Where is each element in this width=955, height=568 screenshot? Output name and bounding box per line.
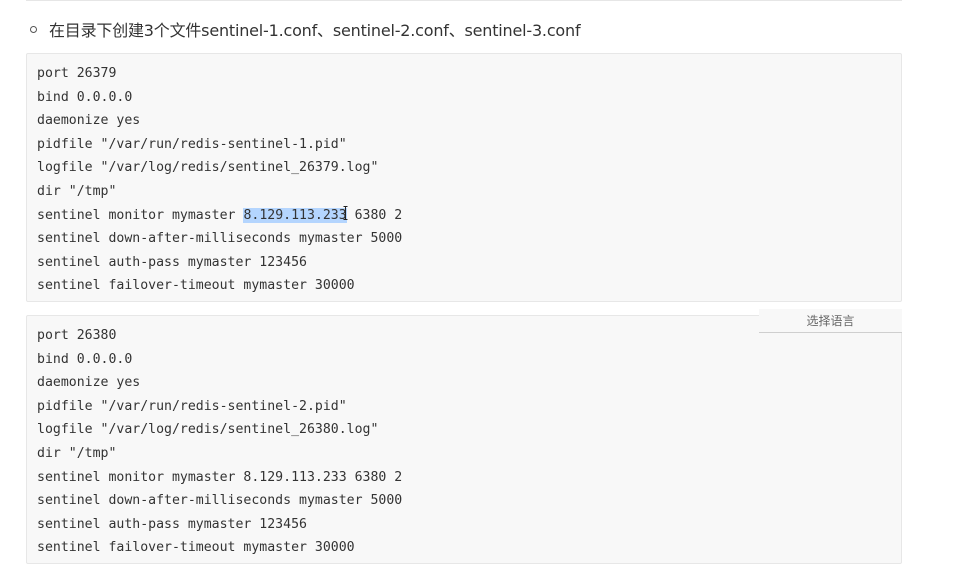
code-line[interactable]: pidfile "/var/run/redis-sentinel-1.pid": [37, 133, 891, 157]
code-line[interactable]: dir "/tmp": [37, 442, 891, 466]
code-line[interactable]: sentinel failover-timeout mymaster 30000: [37, 274, 891, 298]
code-line[interactable]: sentinel down-after-milliseconds mymaste…: [37, 227, 891, 251]
code-line[interactable]: port 26379: [37, 62, 891, 86]
code-line[interactable]: sentinel auth-pass mymaster 123456: [37, 513, 891, 537]
code-line[interactable]: bind 0.0.0.0: [37, 86, 891, 110]
code-block-sentinel-2[interactable]: port 26380 bind 0.0.0.0 daemonize yes pi…: [26, 315, 902, 564]
code-line[interactable]: logfile "/var/log/redis/sentinel_26379.l…: [37, 156, 891, 180]
code-line[interactable]: daemonize yes: [37, 109, 891, 133]
code-block-sentinel-1[interactable]: port 26379 bind 0.0.0.0 daemonize yes pi…: [26, 53, 902, 302]
language-select-dropdown[interactable]: 选择语言: [759, 309, 902, 333]
code-line-monitor-prefix: sentinel monitor mymaster: [37, 207, 244, 223]
code-line[interactable]: sentinel auth-pass mymaster 123456: [37, 251, 891, 275]
top-divider: [26, 0, 902, 1]
selected-ip-text[interactable]: 8.129.113.233: [243, 207, 347, 223]
code-line[interactable]: sentinel down-after-milliseconds mymaste…: [37, 489, 891, 513]
code-line-monitor[interactable]: sentinel monitor mymaster 8.129.113.233 …: [37, 204, 891, 228]
list-item-text: 在目录下创建3个文件sentinel-1.conf、sentinel-2.con…: [49, 21, 581, 40]
code-line[interactable]: dir "/tmp": [37, 180, 891, 204]
code-line[interactable]: sentinel failover-timeout mymaster 30000: [37, 536, 891, 560]
code-line[interactable]: logfile "/var/log/redis/sentinel_26380.l…: [37, 418, 891, 442]
list-item: 在目录下创建3个文件sentinel-1.conf、sentinel-2.con…: [30, 16, 581, 42]
code-line[interactable]: sentinel monitor mymaster 8.129.113.233 …: [37, 466, 891, 490]
code-line[interactable]: pidfile "/var/run/redis-sentinel-2.pid": [37, 395, 891, 419]
code-line-monitor-suffix: 6380 2: [346, 207, 403, 223]
hollow-circle-bullet-icon: [30, 25, 37, 33]
code-line[interactable]: bind 0.0.0.0: [37, 348, 891, 372]
code-line[interactable]: daemonize yes: [37, 371, 891, 395]
